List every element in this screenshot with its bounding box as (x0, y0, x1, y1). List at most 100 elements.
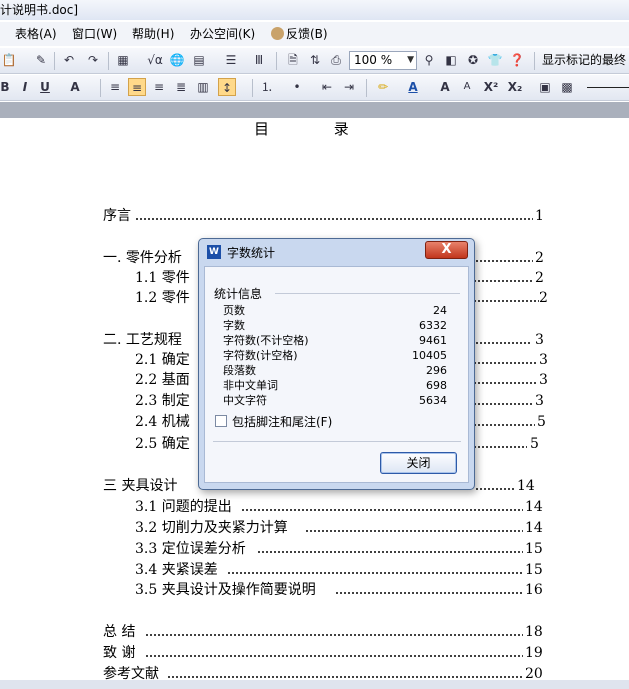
align-left-icon[interactable]: ≡ (106, 78, 124, 96)
bottom-toolbar (0, 680, 629, 689)
toc-leader (227, 572, 523, 574)
stat-label: 字数 (223, 319, 245, 332)
table-icon[interactable]: ▦ (114, 51, 132, 69)
toolbar-separator (54, 52, 55, 70)
bullets-icon[interactable]: • (288, 78, 306, 96)
paste-icon[interactable]: 📋 (0, 51, 18, 69)
toc-label: 1.1 零件 (135, 270, 191, 286)
toc-entry: 致 谢 19 (103, 643, 548, 663)
binoculars-icon[interactable]: ⚲ (420, 51, 438, 69)
help-icon[interactable]: ❓ (508, 51, 526, 69)
stat-value: 24 (433, 304, 447, 317)
toc-label: 2.3 制定 (135, 393, 191, 409)
distribute-icon[interactable]: ▥ (194, 78, 212, 96)
toc-label: 二. 工艺规程 (103, 332, 183, 348)
toc-page: 1 (535, 208, 544, 224)
feedback-icon (271, 27, 284, 40)
toolbar-separator (534, 52, 535, 70)
sort-icon[interactable]: ⇅ (306, 51, 324, 69)
toc-page: 15 (525, 541, 543, 557)
formula-icon[interactable]: √α (144, 51, 166, 69)
menu-window[interactable]: 窗口(W) (72, 22, 117, 46)
toc-label: 1.2 零件 (135, 290, 191, 306)
toc-page: 15 (525, 562, 543, 578)
shading-icon[interactable]: ▩ (558, 78, 576, 96)
menu-office-space[interactable]: 办公空间(K) (190, 22, 255, 46)
toc-entry: 序言 1 (103, 206, 544, 226)
redo-icon[interactable]: ↷ (84, 51, 102, 69)
show-markup-select[interactable]: 显示标记的最终 (542, 51, 629, 70)
grid-icon[interactable]: ▤ (190, 51, 208, 69)
menu-feedback[interactable]: 反馈(B) (271, 22, 328, 46)
format-toolbar: B I U A ≡ ≡ ≡ ≣ ▥ ↕ ⒈ • ⇤ ⇥ ✏ A A A X² X… (0, 75, 629, 101)
toc-page: 3 (539, 372, 548, 388)
stat-label: 字符数(不计空格) (223, 334, 309, 347)
close-button[interactable]: 关闭 (380, 452, 457, 474)
chevron-down-icon: ▼ (407, 55, 414, 65)
print-preview-icon[interactable]: ⎙ (327, 51, 345, 69)
stat-value: 6332 (419, 319, 447, 332)
dialog-body: 统计信息 页数 24 字数 6332 字符数(不计空格) 9461 字符数(计空… (204, 266, 469, 483)
menu-help[interactable]: 帮助(H) (132, 22, 174, 46)
columns-icon[interactable]: ☰ (222, 51, 240, 69)
stat-label: 非中文单词 (223, 379, 278, 392)
bold-button[interactable]: B (0, 78, 14, 96)
line-style-preview[interactable] (587, 87, 629, 88)
standard-toolbar: 📋 ✎ ↶ ↷ ▦ √α 🌐 ▤ ☰ Ⅲ 🗎 ⇅ ⎙ 100 % ▼ ⚲ ◧ ✪… (0, 48, 629, 74)
toc-page: 14 (525, 499, 543, 515)
include-footnotes-checkbox[interactable] (215, 415, 227, 427)
shrink-font-button[interactable]: A (458, 78, 476, 96)
checkbox-label[interactable]: 包括脚注和尾注(F) (232, 413, 332, 430)
numbering-icon[interactable]: ⒈ (258, 78, 276, 96)
toc-leader (335, 592, 523, 594)
dialog-title-bar[interactable]: W 字数统计 X (199, 239, 474, 263)
italic-button[interactable]: I (16, 78, 34, 96)
increase-indent-icon[interactable]: ⇥ (340, 78, 358, 96)
stat-value: 5634 (419, 394, 447, 407)
underline-button[interactable]: U (36, 78, 54, 96)
toc-label: 3.3 定位误差分析 (135, 541, 247, 557)
line-spacing-icon[interactable]: ↕ (218, 78, 236, 96)
toc-page: 2 (539, 290, 548, 306)
group-label: 统计信息 (214, 285, 266, 302)
font-effect-button[interactable]: A (66, 78, 84, 96)
reading-icon[interactable]: 🗎 (284, 51, 302, 69)
toc-page: 14 (525, 520, 543, 536)
brush-icon[interactable]: ✎ (32, 51, 50, 69)
close-icon[interactable]: X (425, 241, 468, 259)
globe-icon[interactable]: 🌐 (168, 51, 186, 69)
toc-leader (145, 634, 523, 636)
toc-entry: 3.4 夹紧误差 15 (135, 560, 550, 580)
toc-leader (167, 676, 523, 678)
shirt-icon[interactable]: 👕 (486, 51, 504, 69)
justify-icon[interactable]: ≣ (172, 78, 190, 96)
zoom-value: 100 % (354, 53, 393, 67)
toc-label: 一. 零件分析 (103, 250, 183, 266)
stat-label: 页数 (223, 304, 245, 317)
subscript-button[interactable]: X₂ (504, 78, 526, 96)
border-icon[interactable]: ▣ (536, 78, 554, 96)
app-icon: W (207, 245, 221, 259)
highlighter-icon[interactable]: ✏ (374, 78, 392, 96)
align-right-icon[interactable]: ≡ (150, 78, 168, 96)
align-center-icon[interactable]: ≡ (128, 78, 146, 96)
decrease-indent-icon[interactable]: ⇤ (318, 78, 336, 96)
toc-label: 序言 (103, 208, 132, 224)
toc-page: 3 (535, 393, 544, 409)
toc-leader (257, 551, 523, 553)
star-icon[interactable]: ✪ (464, 51, 482, 69)
menu-table[interactable]: 表格(A) (15, 22, 57, 46)
toc-leader (305, 530, 523, 532)
toc-entry: 总 结 18 (103, 622, 548, 642)
title-bar: 计说明书.doc] (0, 0, 629, 20)
toc-page: 5 (537, 414, 546, 430)
font-color-button[interactable]: A (404, 78, 422, 96)
undo-icon[interactable]: ↶ (60, 51, 78, 69)
document-map-icon[interactable]: ◧ (442, 51, 460, 69)
toc-entry: 3.2 切削力及夹紧力计算 14 (135, 518, 550, 538)
zoom-select[interactable]: 100 % ▼ (349, 51, 417, 70)
grow-font-button[interactable]: A (436, 78, 454, 96)
drawing-icon[interactable]: Ⅲ (250, 51, 268, 69)
superscript-button[interactable]: X² (480, 78, 502, 96)
toc-label: 2.5 确定 (135, 436, 191, 452)
